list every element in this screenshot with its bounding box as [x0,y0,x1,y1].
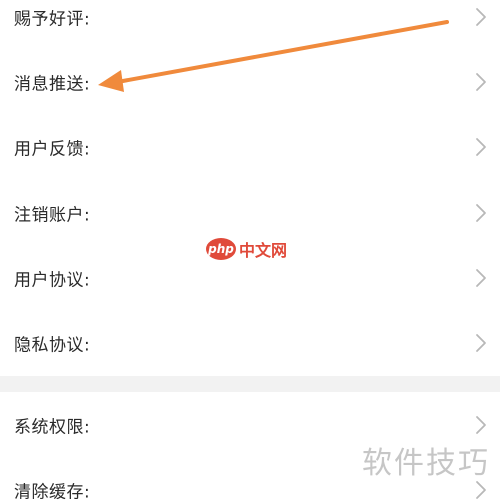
settings-row-label: 用户协议: [14,270,91,290]
settings-row-rate-app[interactable]: 赐予好评: [0,0,500,49]
settings-row-label: 赐予好评: [14,9,91,29]
chevron-right-icon [474,7,488,27]
settings-row-feedback[interactable]: 用户反馈: [0,114,500,179]
settings-row-delete-account[interactable]: 注销账户: [0,180,500,245]
settings-screen: 赐予好评: 消息推送: 用户反馈: 注销账户: 用户协议: 隐私协议: 系统权限… [0,0,500,500]
chevron-right-icon [474,268,488,288]
settings-row-system-permissions[interactable]: 系统权限: [0,392,500,457]
settings-row-push-notifications[interactable]: 消息推送: [0,49,500,114]
chevron-right-icon [474,137,488,157]
chevron-right-icon [474,415,488,435]
settings-row-user-agreement[interactable]: 用户协议: [0,245,500,310]
chevron-right-icon [474,333,488,353]
settings-row-label: 系统权限: [14,417,91,437]
chevron-right-icon [474,72,488,92]
settings-row-label: 注销账户: [14,205,91,225]
settings-row-label: 隐私协议: [14,335,91,355]
chevron-right-icon [474,480,488,500]
chevron-right-icon [474,203,488,223]
settings-row-privacy-agreement[interactable]: 隐私协议: [0,310,500,375]
settings-row-label: 清除缓存: [14,482,91,500]
settings-group-general: 赐予好评: 消息推送: 用户反馈: 注销账户: 用户协议: 隐私协议: [0,0,500,376]
settings-row-clear-cache[interactable]: 清除缓存: [0,457,500,500]
settings-group-system: 系统权限: 清除缓存: [0,392,500,500]
settings-row-label: 用户反馈: [14,139,91,159]
settings-row-label: 消息推送: [14,74,91,94]
